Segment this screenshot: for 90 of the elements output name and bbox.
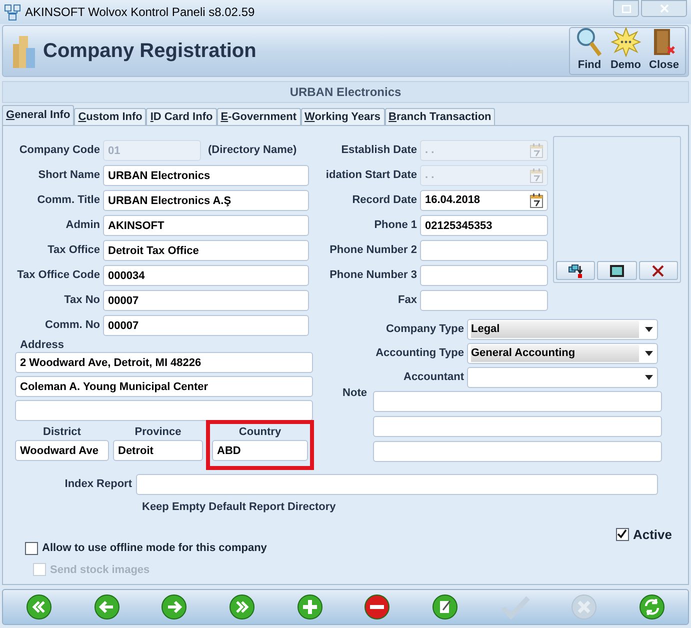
text-field[interactable]: URBAN Electronics A.Ş [103,190,309,211]
text-field[interactable]: 02125345353 [420,215,548,236]
door-exit-icon [651,26,678,56]
dropdown-arrow-icon [645,351,653,356]
edit-icon[interactable] [432,594,458,620]
copy-arrow-icon [568,264,584,278]
address-field[interactable] [15,400,313,421]
address-field[interactable]: 2 Woodward Ave, Detroit, MI 48226 [15,352,313,373]
text-field[interactable]: Detroit Tax Office [103,240,309,261]
field-label: Tax No [63,293,101,308]
starburst-icon [610,26,641,56]
window-title: AKINSOFT Wolvox Kontrol Paneli s8.02.59 [25,4,255,21]
field-label: Phone 1 [373,218,418,234]
field-label: Country [238,425,282,440]
field-label: Accountant [402,370,465,386]
buildings-icon [11,34,37,68]
close-icon [660,4,668,13]
page-title: Company Registration [43,39,256,64]
checkbox[interactable] [616,528,629,541]
text-field[interactable]: URBAN Electronics [103,165,309,186]
header-action-button[interactable]: Find [573,26,606,74]
field-label: Company Type [384,322,465,338]
field-label: Fax [397,293,418,308]
screen-icon [608,264,625,278]
field-label: Index Report [64,477,133,492]
field-label: Record Date [351,193,418,208]
note-field[interactable] [373,391,662,412]
rewind-icon[interactable] [26,594,52,620]
field-label: Admin [64,218,101,234]
network-icon [4,4,21,20]
maximize-button[interactable] [613,0,639,17]
field-label: District [43,425,81,440]
field-label: Comm. No [44,318,101,334]
text-field[interactable] [420,240,548,261]
field-note: (Directory Name) [208,143,297,158]
close-button[interactable] [641,0,687,17]
header-action-button[interactable]: Demo [607,26,644,74]
field-label: Comm. Title [36,193,101,208]
dropdown-arrow-icon [645,327,653,332]
text-field[interactable]: Detroit [113,440,203,461]
field-label: Establish Date [340,143,418,158]
fast-forward-icon[interactable] [228,594,255,620]
text-field[interactable]: AKINSOFT [103,215,309,236]
search-icon [576,26,602,56]
dropdown[interactable] [467,367,658,388]
address-field[interactable]: Coleman A. Young Municipal Center [15,376,313,397]
tab[interactable]: Branch Transaction [384,108,496,125]
text-field[interactable]: 000034 [103,265,309,286]
note-field[interactable] [373,441,662,462]
delete-icon [651,264,666,278]
dropdown-arrow-icon [645,375,653,380]
dropdown[interactable]: Legal [467,319,658,340]
field-label: Short Name [37,168,101,184]
field-label: idation Start Date [324,168,418,184]
logo-button[interactable] [638,261,678,280]
text-field[interactable] [420,265,548,286]
checkbox[interactable] [25,542,38,555]
note-label: Note [342,386,368,401]
text-field[interactable]: ABD [212,440,308,461]
text-field[interactable] [420,290,548,311]
dropdown[interactable]: General Accounting [467,343,658,364]
field-label: Tax Office Code [16,268,101,284]
field-label: Province [134,425,182,440]
text-field[interactable]: 00007 [103,315,309,336]
tab[interactable]: ID Card Info [146,108,217,125]
header-action-button[interactable]: Close [646,26,682,74]
plus-icon[interactable] [296,594,323,620]
refresh-icon[interactable] [638,594,665,620]
note-field[interactable] [373,416,662,437]
hint-text: Keep Empty Default Report Directory [142,500,337,515]
address-label: Address [20,338,66,352]
calendar-icon[interactable] [530,193,543,208]
minus-icon[interactable] [364,594,390,620]
tab[interactable]: Custom Info [74,108,146,125]
logo-button[interactable] [597,261,637,280]
company-banner: URBAN Electronics [2,81,689,103]
field-label: Phone Number 2 [328,243,418,258]
logo-button[interactable] [556,261,596,280]
field-label: Phone Number 3 [328,268,418,284]
text-field[interactable]: 00007 [103,290,309,311]
tab[interactable]: General Info [2,105,74,125]
tab[interactable]: Working Years [300,108,385,125]
tab[interactable]: E-Government [216,108,301,125]
maximize-icon [622,4,630,12]
field-label: Accounting Type [374,346,465,362]
field-label: Company Code [18,143,101,158]
field-label: Tax Office [46,243,101,258]
text-field[interactable]: Woodward Ave [15,440,109,461]
date-field[interactable]: 16.04.2018 [420,190,548,211]
text-field[interactable] [136,474,658,495]
